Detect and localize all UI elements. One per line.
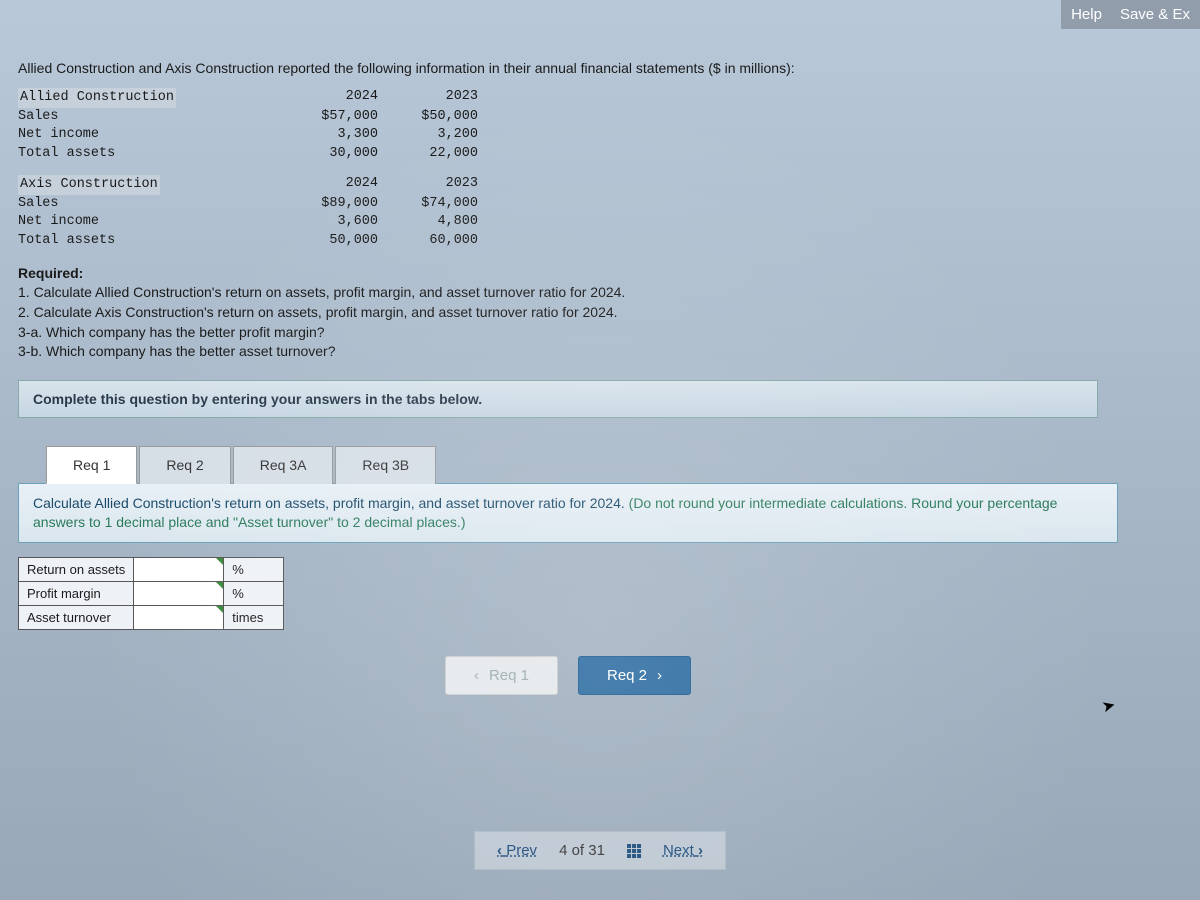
inner-prev-button[interactable]: ‹ Req 1 <box>445 656 558 695</box>
allied-row-label: Total assets <box>18 145 278 163</box>
answer-unit: times <box>224 605 284 629</box>
axis-table: Axis Construction 2024 2023 Sales $89,00… <box>18 175 1182 250</box>
tab-body: Calculate Allied Construction's return o… <box>18 483 1118 543</box>
axis-cell: 60,000 <box>378 232 478 250</box>
axis-cell: $89,000 <box>278 195 378 213</box>
answer-input-profit-margin[interactable] <box>134 581 224 605</box>
answer-label: Profit margin <box>19 581 134 605</box>
chevron-left-icon: ‹ <box>474 667 479 684</box>
answer-label: Asset turnover <box>19 605 134 629</box>
allied-cell: 30,000 <box>278 145 378 163</box>
tab-req3a[interactable]: Req 3A <box>233 446 334 484</box>
axis-row-label: Sales <box>18 195 278 213</box>
axis-row-label: Net income <box>18 213 278 231</box>
chevron-right-icon: › <box>657 667 662 684</box>
tab-req3b[interactable]: Req 3B <box>335 446 436 484</box>
next-question-link[interactable]: Next › <box>663 842 703 859</box>
answer-unit: % <box>224 557 284 581</box>
axis-year-2023: 2023 <box>378 175 478 195</box>
allied-table: Allied Construction 2024 2023 Sales $57,… <box>18 88 1182 163</box>
inner-nav: ‹ Req 1 Req 2 › <box>18 656 1118 695</box>
required-item: 1. Calculate Allied Construction's retur… <box>18 284 625 300</box>
intro-text: Allied Construction and Axis Constructio… <box>18 60 1182 76</box>
inner-next-button[interactable]: Req 2 › <box>578 656 691 695</box>
grid-icon[interactable] <box>627 844 641 858</box>
allied-year-2024: 2024 <box>278 88 378 108</box>
tab-prompt-main: Calculate Allied Construction's return o… <box>33 495 629 511</box>
answer-unit: % <box>224 581 284 605</box>
prev-question-link[interactable]: ‹ Prev <box>497 842 537 859</box>
required-item: 2. Calculate Axis Construction's return … <box>18 304 618 320</box>
allied-year-2023: 2023 <box>378 88 478 108</box>
allied-cell: $50,000 <box>378 108 478 126</box>
allied-cell: 22,000 <box>378 145 478 163</box>
axis-cell: $74,000 <box>378 195 478 213</box>
axis-cell: 50,000 <box>278 232 378 250</box>
required-item: 3-a. Which company has the better profit… <box>18 324 325 340</box>
allied-row-label: Sales <box>18 108 278 126</box>
help-link[interactable]: Help <box>1071 6 1102 23</box>
allied-row-label: Net income <box>18 126 278 144</box>
answer-label: Return on assets <box>19 557 134 581</box>
inner-next-label: Req 2 <box>607 667 647 684</box>
answer-table: Return on assets % Profit margin % Asset… <box>18 557 284 630</box>
instruction-bar: Complete this question by entering your … <box>18 380 1098 418</box>
prev-label: Prev <box>506 842 537 859</box>
allied-cell: 3,200 <box>378 126 478 144</box>
allied-cell: 3,300 <box>278 126 378 144</box>
required-item: 3-b. Which company has the better asset … <box>18 343 336 359</box>
axis-cell: 4,800 <box>378 213 478 231</box>
tab-req2[interactable]: Req 2 <box>139 446 230 484</box>
axis-year-2024: 2024 <box>278 175 378 195</box>
axis-header: Axis Construction <box>18 175 160 195</box>
tab-prompt: Calculate Allied Construction's return o… <box>33 494 1103 532</box>
bottom-nav: ‹ Prev 4 of 31 Next › <box>474 831 726 870</box>
chevron-left-icon: ‹ <box>497 842 502 859</box>
allied-header: Allied Construction <box>18 88 176 108</box>
chevron-right-icon: › <box>698 842 703 859</box>
allied-cell: $57,000 <box>278 108 378 126</box>
answer-row: Asset turnover times <box>19 605 284 629</box>
question-counter: 4 of 31 <box>559 842 605 859</box>
tab-strip: Req 1 Req 2 Req 3A Req 3B <box>46 446 1182 484</box>
answer-row: Profit margin % <box>19 581 284 605</box>
answer-row: Return on assets % <box>19 557 284 581</box>
axis-cell: 3,600 <box>278 213 378 231</box>
question-content: Allied Construction and Axis Constructio… <box>0 0 1200 713</box>
answer-input-asset-turnover[interactable] <box>134 605 224 629</box>
axis-row-label: Total assets <box>18 232 278 250</box>
next-label: Next <box>663 842 694 859</box>
required-heading: Required: <box>18 265 83 281</box>
answer-input-roa[interactable] <box>134 557 224 581</box>
tab-req1[interactable]: Req 1 <box>46 446 137 484</box>
top-toolbar: Help Save & Ex <box>1061 0 1200 29</box>
required-block: Required: 1. Calculate Allied Constructi… <box>18 264 1182 362</box>
save-exit-link[interactable]: Save & Ex <box>1120 6 1190 23</box>
inner-prev-label: Req 1 <box>489 667 529 684</box>
